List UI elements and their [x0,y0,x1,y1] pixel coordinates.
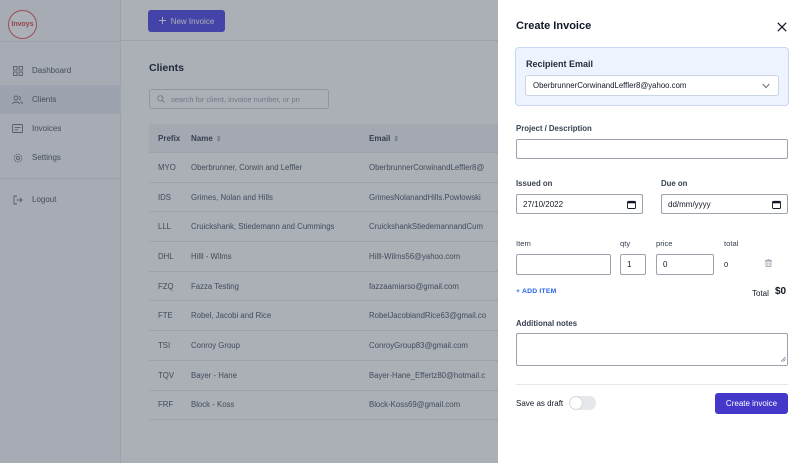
drawer-title: Create Invoice [516,20,592,32]
create-invoice-button[interactable]: Create invoice [715,393,788,414]
additional-notes-label: Additional notes [516,319,578,328]
item-price-input[interactable]: 0 [656,254,714,275]
item-qty-input[interactable]: 1 [620,254,646,275]
recipient-selected-value: OberbrunnerCorwinandLeffler8@yahoo.com [533,81,687,90]
price-column-label: price [656,239,673,248]
recipient-email-select[interactable]: OberbrunnerCorwinandLeffler8@yahoo.com [525,75,779,96]
total-column-label: total [724,239,739,248]
close-icon [777,22,787,32]
due-on-date-input[interactable]: dd/mm/yyyy [661,194,788,214]
close-button[interactable] [775,20,789,34]
chevron-down-icon [762,82,770,91]
total-value: $0 [775,286,787,297]
issued-on-value: 27/10/2022 [523,199,564,209]
item-name-input[interactable] [516,254,611,275]
recipient-label: Recipient Email [526,59,594,69]
recipient-section: Recipient Email OberbrunnerCorwinandLeff… [515,47,789,106]
project-description-input[interactable] [516,139,788,159]
total-label: Total [752,289,769,298]
delete-item-button[interactable] [765,258,772,269]
project-label: Project / Description [516,124,592,133]
additional-notes-textarea[interactable] [516,333,788,366]
issued-on-date-input[interactable]: 27/10/2022 [516,194,643,214]
save-as-draft-label: Save as draft [516,399,564,408]
item-column-label: Item [516,239,531,248]
trash-icon [765,258,772,268]
due-on-label: Due on [661,179,688,188]
issued-on-label: Issued on [516,179,553,188]
calendar-icon[interactable] [772,200,781,211]
add-item-link[interactable]: + ADD ITEM [516,288,556,295]
calendar-icon[interactable] [627,200,636,211]
save-as-draft-toggle[interactable] [569,396,596,410]
toggle-knob [570,397,582,409]
footer-divider [516,384,788,385]
item-total-value: 0 [724,260,729,269]
due-on-value: dd/mm/yyyy [668,199,711,209]
resize-grip-icon[interactable] [780,355,786,364]
qty-column-label: qty [620,239,631,248]
modal-backdrop[interactable] [0,0,498,463]
create-invoice-drawer: Create Invoice Recipient Email Oberbrunn… [498,0,806,463]
